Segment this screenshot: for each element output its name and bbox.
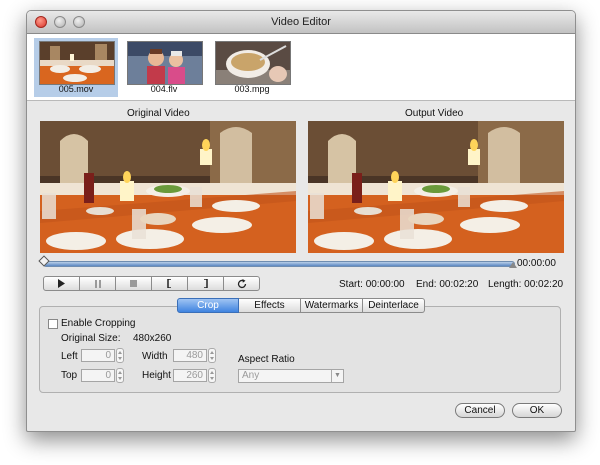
mark-out-bracket [204,279,208,288]
tab-deinterlace[interactable]: Deinterlace [363,298,425,313]
original-size-label: Original Size: [61,333,121,344]
output-video-label: Output Video [405,108,464,119]
length-time-label: Length: 00:02:20 [488,279,563,290]
file-name: 005.mov [58,84,94,94]
aspect-ratio-value: Any [242,370,260,381]
loop-icon [237,278,246,288]
window-title: Video Editor [271,16,331,28]
end-time-label: End: 00:02:20 [416,279,478,290]
height-label: Height [142,370,171,381]
top-input[interactable]: 0 [81,369,115,382]
tab-crop[interactable]: Crop [177,298,239,313]
file-name: 004.flv [150,84,178,94]
thumbnail-image-dining [39,41,115,85]
width-input[interactable]: 480 [173,349,207,362]
timeline-end-marker[interactable] [509,262,517,268]
play-button[interactable] [43,276,80,291]
mark-in-bracket [167,279,171,288]
video-editor-window: Video Editor 005.mov 004.flv 003.mpg Ori… [26,10,576,432]
end-label: End: [416,279,437,290]
width-label: Width [142,351,168,362]
top-stepper[interactable] [116,368,124,383]
thumbnail-image-children [127,41,203,85]
top-label: Top [61,370,78,381]
ok-button[interactable]: OK [512,403,562,418]
aspect-ratio-select[interactable]: Any ▼ [238,369,344,383]
height-input[interactable]: 260 [173,369,207,382]
dining-table-image [40,121,296,253]
left-label: Left [61,351,78,362]
left-input[interactable]: 0 [81,349,115,362]
play-icon [58,279,65,288]
left-stepper[interactable] [116,348,124,363]
file-thumbnail[interactable]: 005.mov [34,38,118,97]
length-label: Length: [488,279,522,290]
stop-button[interactable] [115,276,152,291]
file-thumbnail[interactable]: 004.flv [122,38,206,97]
end-value: 00:02:20 [439,279,479,290]
width-stepper[interactable] [208,348,216,363]
thumbnail-image-bowl [215,41,291,85]
loop-button[interactable] [223,276,260,291]
title-bar[interactable]: Video Editor [27,11,575,34]
dining-table-image [308,121,564,253]
pause-button[interactable] [79,276,116,291]
file-thumbnail[interactable]: 003.mpg [210,38,294,97]
cancel-button[interactable]: Cancel [455,403,505,418]
height-stepper[interactable] [208,368,216,383]
timeline-scrubber[interactable] [43,261,515,267]
original-size-value: 480x260 [133,333,172,344]
tab-effects[interactable]: Effects [239,298,301,313]
file-strip: 005.mov 004.flv 003.mpg [27,34,575,101]
length-value: 00:02:20 [524,279,564,290]
enable-cropping-label: Enable Cropping [61,318,136,329]
tab-watermarks[interactable]: Watermarks [301,298,363,313]
original-video-label: Original Video [127,108,190,119]
settings-tabs: Crop Effects Watermarks Deinterlace [177,298,425,313]
start-value: 00:00:00 [365,279,405,290]
start-label: Start: [339,279,363,290]
current-time: 00:00:00 [517,258,556,269]
mark-out-button[interactable] [187,276,224,291]
start-time-label: Start: 00:00:00 [339,279,405,290]
aspect-ratio-label: Aspect Ratio [238,354,295,365]
chevron-down-icon: ▼ [331,370,343,382]
enable-cropping-checkbox[interactable] [48,319,58,329]
pause-icon [94,279,101,288]
original-video-preview [40,121,296,253]
file-name: 003.mpg [234,84,270,94]
mark-in-button[interactable] [151,276,188,291]
output-video-preview [308,121,564,253]
stop-icon [130,280,137,287]
